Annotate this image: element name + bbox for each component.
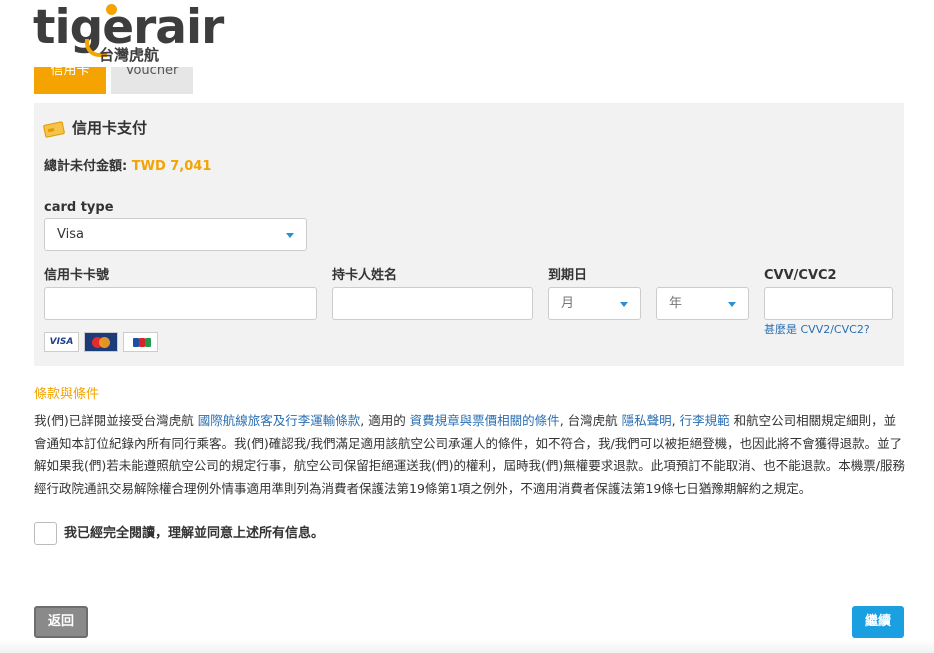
terms-title: 條款與條件	[34, 387, 100, 402]
expiry-year-value: 年	[669, 296, 683, 311]
terms-text-part: , 台灣虎航	[559, 413, 622, 428]
agree-label: 我已經完全閱讀，理解並同意上述所有信息。	[64, 526, 325, 541]
terms-text-part: ,	[671, 413, 680, 428]
link-carriage-terms[interactable]: 國際航線旅客及行李運輸條款	[198, 413, 361, 428]
link-baggage-rules[interactable]: 行李規範	[680, 413, 730, 428]
card-type-select[interactable]: Visa	[44, 218, 307, 251]
cvv-input[interactable]	[764, 287, 893, 320]
expiry-label: 到期日	[548, 268, 588, 283]
link-privacy-statement[interactable]: 隱私聲明	[622, 413, 672, 428]
tab-voucher[interactable]: Voucher	[111, 67, 193, 94]
cardholder-name-input[interactable]	[332, 287, 533, 320]
back-button[interactable]: 返回	[34, 606, 88, 638]
mastercard-logo-icon	[84, 332, 118, 352]
expiry-month-value: 月	[561, 296, 575, 311]
chevron-down-icon	[728, 302, 736, 307]
jcb-green-block	[145, 338, 151, 347]
card-type-value: Visa	[57, 227, 84, 242]
total-label: 總計未付金額:	[44, 159, 128, 174]
panel-title: 信用卡支付	[72, 119, 148, 137]
credit-card-icon	[42, 121, 66, 138]
link-fare-rules[interactable]: 資費規章與票價相關的條件	[410, 413, 560, 428]
expiry-month-select[interactable]: 月	[548, 287, 641, 320]
card-number-input[interactable]	[44, 287, 317, 320]
credit-card-panel: 信用卡支付 總計未付金額: TWD 7,041 card type Visa 信…	[34, 103, 904, 366]
chevron-down-icon	[286, 233, 294, 238]
terms-text-part: 我(們)已詳閱並接受台灣虎航	[34, 413, 198, 428]
cvv-label: CVV/CVC2	[764, 268, 837, 283]
chevron-down-icon	[620, 302, 628, 307]
expiry-year-select[interactable]: 年	[656, 287, 749, 320]
page-bottom-shade	[0, 640, 934, 653]
tab-credit-card[interactable]: 信用卡	[34, 67, 106, 94]
card-type-label: card type	[44, 200, 114, 215]
cvv-help-link[interactable]: 甚麼是 CVV2/CVC2?	[764, 323, 870, 337]
terms-text: 我(們)已詳閱並接受台灣虎航 國際航線旅客及行李運輸條款, 適用的 資費規章與票…	[34, 410, 906, 500]
agree-checkbox[interactable]	[34, 522, 57, 545]
card-number-label: 信用卡卡號	[44, 268, 110, 283]
tigerair-logo: tigerair 台灣虎航	[33, 3, 224, 67]
continue-button[interactable]: 繼續	[852, 606, 904, 638]
mastercard-orange-circle	[99, 337, 110, 348]
logo-subtitle: 台灣虎航	[99, 46, 160, 64]
terms-text-part: , 適用的	[360, 413, 410, 428]
total-amount: 總計未付金額: TWD 7,041	[44, 159, 211, 175]
jcb-logo-icon	[123, 332, 158, 352]
logo-dot	[106, 4, 117, 15]
cardholder-name-label: 持卡人姓名	[332, 268, 398, 283]
visa-logo-icon: VISA	[44, 332, 79, 352]
total-value: TWD 7,041	[131, 159, 212, 174]
